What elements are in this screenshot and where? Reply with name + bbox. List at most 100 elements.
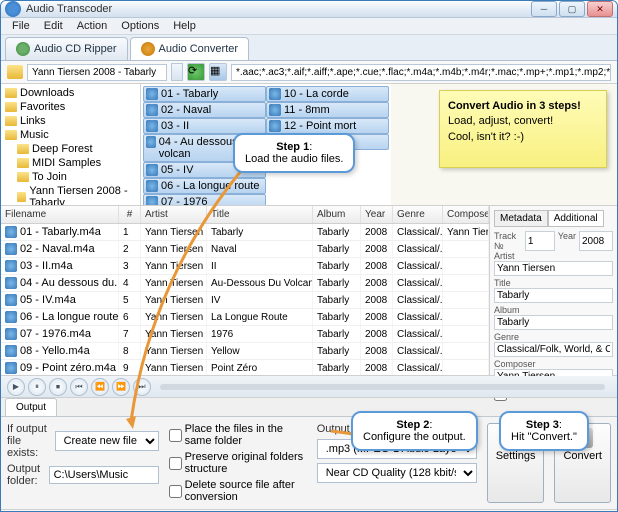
pause-button[interactable]: ⏸ — [28, 378, 46, 396]
titlebar[interactable]: Audio Transcoder ─ ▢ ✕ — [1, 1, 617, 18]
play-button[interactable]: ▶ — [7, 378, 25, 396]
callout-step2: Step 2: Configure the output. — [351, 411, 478, 451]
title-label: Title — [494, 278, 613, 288]
folder-icon — [5, 102, 17, 112]
sticky-line: Load, adjust, convert! — [448, 115, 553, 127]
meta-tab-additional[interactable]: Additional — [548, 210, 604, 227]
cell: 03 - II.m4a — [1, 258, 119, 274]
minimize-button[interactable]: ─ — [531, 1, 557, 17]
sticky-note: Convert Audio in 3 steps! Load, adjust, … — [439, 90, 607, 168]
tree-node[interactable]: Music — [3, 128, 138, 142]
tab-converter[interactable]: Audio Converter — [130, 37, 250, 60]
btn-label: Convert — [563, 450, 602, 462]
folder-icon — [17, 158, 29, 168]
cd-icon — [16, 42, 30, 56]
rewind-button[interactable]: ⏪ — [91, 378, 109, 396]
artist-input[interactable] — [494, 261, 613, 276]
cell: 06 - La longue route.m4a — [1, 309, 119, 325]
artist-label: Artist — [494, 251, 613, 261]
preserve-checkbox[interactable] — [169, 457, 182, 470]
cell: Yann Tier — [443, 224, 489, 240]
file-item[interactable]: 11 - 8mm — [266, 102, 389, 118]
close-button[interactable]: ✕ — [587, 1, 613, 17]
audio-icon — [5, 311, 17, 323]
file-item[interactable]: 12 - Point mort — [266, 118, 389, 134]
tree-node[interactable]: Yann Tiersen 2008 - Tabarly — [3, 184, 138, 205]
note-area: Convert Audio in 3 steps! Load, adjust, … — [391, 84, 617, 205]
tree-node[interactable]: Downloads — [3, 86, 138, 100]
folder-path[interactable]: Yann Tiersen 2008 - Tabarly — [27, 64, 167, 81]
folder-tree[interactable]: DownloadsFavoritesLinksMusicDeep ForestM… — [1, 84, 141, 205]
menu-file[interactable]: File — [5, 18, 37, 34]
main-tabs: Audio CD Ripper Audio Converter — [1, 35, 617, 61]
metadata-panel: Metadata Additional Track № Year Artist … — [489, 206, 617, 375]
year-label: Year — [558, 231, 576, 251]
ck-label: Delete source file after conversion — [185, 479, 307, 503]
tree-node[interactable]: MIDI Samples — [3, 156, 138, 170]
file-item[interactable]: 03 - II — [143, 118, 266, 134]
audio-icon — [269, 104, 281, 116]
tab-cd-ripper[interactable]: Audio CD Ripper — [5, 37, 128, 60]
audio-icon — [5, 328, 17, 340]
genre-label: Genre — [494, 332, 613, 342]
genre-input[interactable] — [494, 342, 613, 357]
audio-icon — [146, 136, 156, 148]
composer-label: Composer — [494, 359, 613, 369]
year-input[interactable] — [579, 231, 613, 251]
tree-node[interactable]: Links — [3, 114, 138, 128]
extensions-filter[interactable]: *.aac;*.ac3;*.aif;*.aiff;*.ape;*.cue;*.f… — [231, 64, 611, 81]
album-input[interactable] — [494, 315, 613, 330]
tab-label: Audio CD Ripper — [34, 43, 117, 55]
cell: 02 - Naval.m4a — [1, 241, 119, 257]
prev-button[interactable]: ⏮ — [70, 378, 88, 396]
audio-icon — [5, 243, 17, 255]
folder-icon — [17, 172, 29, 182]
cell: Classical/... — [393, 224, 443, 240]
cell: Classical/... — [393, 241, 443, 257]
cell — [443, 326, 489, 342]
cell — [443, 241, 489, 257]
menu-help[interactable]: Help — [166, 18, 203, 34]
file-item[interactable]: 10 - La corde — [266, 86, 389, 102]
audio-icon — [146, 120, 158, 132]
cell: Classical/... — [393, 258, 443, 274]
menu-edit[interactable]: Edit — [37, 18, 70, 34]
view-button[interactable]: ▦ — [209, 63, 227, 81]
menu-action[interactable]: Action — [70, 18, 115, 34]
folder-icon — [5, 116, 17, 126]
tree-node[interactable]: Deep Forest — [3, 142, 138, 156]
track-input[interactable] — [525, 231, 555, 251]
title-input[interactable] — [494, 288, 613, 303]
grid-header[interactable]: Genre — [393, 206, 443, 223]
cell: Classical/... — [393, 309, 443, 325]
stop-button[interactable]: ⏹ — [49, 378, 67, 396]
audio-icon — [146, 104, 158, 116]
path-dropdown[interactable] — [171, 63, 183, 81]
sticky-line: Cool, isn't it? :-) — [448, 131, 524, 143]
refresh-button[interactable]: ⟳ — [187, 63, 205, 81]
audio-icon — [269, 120, 281, 132]
app-icon — [5, 1, 21, 17]
file-item[interactable]: 01 - Tabarly — [143, 86, 266, 102]
callout-step3: Step 3: Hit "Convert." — [499, 411, 589, 451]
cell: 08 - Yello.m4a — [1, 343, 119, 359]
output-tab[interactable]: Output — [5, 398, 57, 416]
cell: Classical/... — [393, 326, 443, 342]
folder-input[interactable] — [49, 466, 159, 484]
tree-node[interactable]: Favorites — [3, 100, 138, 114]
cell — [443, 258, 489, 274]
quality-select[interactable]: Near CD Quality (128 kbit/s) — [317, 463, 477, 483]
grid-header[interactable]: Filename — [1, 206, 119, 223]
grid-header[interactable]: Composer — [443, 206, 489, 223]
meta-tab-metadata[interactable]: Metadata — [494, 210, 548, 227]
menu-options[interactable]: Options — [114, 18, 166, 34]
arrow-annotation — [121, 161, 381, 454]
cell — [443, 275, 489, 291]
delete-checkbox[interactable] — [169, 485, 182, 498]
folder-icon — [7, 65, 23, 79]
maximize-button[interactable]: ▢ — [559, 1, 585, 17]
cell — [443, 343, 489, 359]
audio-icon — [146, 88, 158, 100]
file-item[interactable]: 02 - Naval — [143, 102, 266, 118]
tree-node[interactable]: To Join — [3, 170, 138, 184]
